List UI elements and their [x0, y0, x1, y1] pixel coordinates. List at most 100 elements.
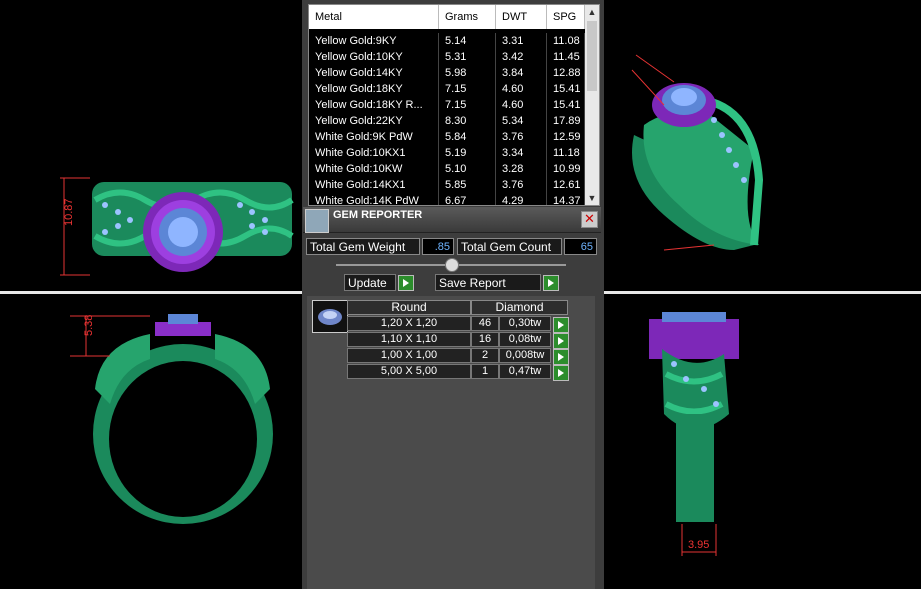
- table-row[interactable]: White Gold:9K PdW 5.84 3.76 12.59: [309, 129, 585, 145]
- cell-spg: 12.61: [547, 177, 585, 193]
- cell-metal: Yellow Gold:10KY: [309, 49, 439, 65]
- col-dwt[interactable]: DWT: [496, 5, 547, 29]
- cell-metal: Yellow Gold:18KY: [309, 81, 439, 97]
- cell-spg: 11.45: [547, 49, 585, 65]
- cell-grams: 5.31: [439, 49, 496, 65]
- gem-weight: 0,08tw: [499, 332, 551, 347]
- table-row[interactable]: Yellow Gold:9KY 5.14 3.31 11.08: [309, 33, 585, 49]
- viewport-perspective[interactable]: [604, 0, 921, 291]
- metal-table-scrollbar[interactable]: ▲ ▼: [585, 5, 599, 205]
- cell-spg: 15.41: [547, 97, 585, 113]
- gem-reporter-icon: [305, 209, 329, 233]
- gem-size: 1,00 X 1,00: [347, 348, 471, 363]
- gem-shape-header: Round: [347, 300, 471, 315]
- cell-metal: Yellow Gold:22KY: [309, 113, 439, 129]
- close-icon[interactable]: ✕: [581, 211, 598, 228]
- table-row[interactable]: White Gold:10KX1 5.19 3.34 11.18: [309, 145, 585, 161]
- cell-metal: White Gold:14KX1: [309, 177, 439, 193]
- table-row[interactable]: White Gold:10KW 5.10 3.28 10.99: [309, 161, 585, 177]
- scroll-up-icon[interactable]: ▲: [585, 5, 599, 19]
- cell-grams: 5.84: [439, 129, 496, 145]
- gem-size: 1,20 X 1,20: [347, 316, 471, 331]
- cell-spg: 11.08: [547, 33, 585, 49]
- gem-type-header: Diamond: [471, 300, 568, 315]
- scroll-down-icon[interactable]: ▼: [585, 191, 599, 205]
- report-slider-handle[interactable]: [445, 258, 459, 272]
- save-report-play-icon[interactable]: [543, 275, 559, 291]
- cell-dwt: 3.84: [496, 65, 547, 81]
- front-view-dimension: 5.38: [83, 315, 95, 336]
- cell-dwt: 4.60: [496, 81, 547, 97]
- metal-table-header: Metal Grams DWT SPG: [309, 5, 585, 29]
- table-row[interactable]: Yellow Gold:18KY 7.15 4.60 15.41: [309, 81, 585, 97]
- gem-row-play-icon[interactable]: [553, 349, 569, 365]
- gem-row-play-icon[interactable]: [553, 365, 569, 381]
- cell-grams: 8.30: [439, 113, 496, 129]
- cell-grams: 7.15: [439, 81, 496, 97]
- gem-weight: 0,47tw: [499, 364, 551, 379]
- cell-dwt: 4.29: [496, 193, 547, 205]
- scroll-thumb[interactable]: [587, 21, 597, 91]
- cell-spg: 10.99: [547, 161, 585, 177]
- cell-metal: Yellow Gold:14KY: [309, 65, 439, 81]
- viewport-side[interactable]: 3.95: [604, 294, 921, 589]
- cell-metal: White Gold:9K PdW: [309, 129, 439, 145]
- gem-size: 1,10 X 1,10: [347, 332, 471, 347]
- total-gem-weight-value: .85: [422, 238, 454, 255]
- col-metal[interactable]: Metal: [309, 5, 439, 29]
- total-gem-count-label: Total Gem Count: [457, 238, 562, 255]
- cell-metal: Yellow Gold:18KY R...: [309, 97, 439, 113]
- cell-spg: 12.59: [547, 129, 585, 145]
- cell-metal: White Gold:10KW: [309, 161, 439, 177]
- cell-metal: White Gold:14K PdW: [309, 193, 439, 205]
- viewport-top[interactable]: 10.87: [0, 0, 302, 291]
- table-row[interactable]: Yellow Gold:14KY 5.98 3.84 12.88: [309, 65, 585, 81]
- cell-spg: 11.18: [547, 145, 585, 161]
- table-row[interactable]: Yellow Gold:18KY R... 7.15 4.60 15.41: [309, 97, 585, 113]
- cell-dwt: 5.34: [496, 113, 547, 129]
- metal-weight-table[interactable]: Metal Grams DWT SPG Yellow Gold:9KY 5.14 3…: [308, 4, 600, 206]
- cell-spg: 12.88: [547, 65, 585, 81]
- gem-row-play-icon[interactable]: [553, 333, 569, 349]
- cell-dwt: 3.42: [496, 49, 547, 65]
- cell-spg: 14.37: [547, 193, 585, 205]
- cell-dwt: 3.34: [496, 145, 547, 161]
- table-row[interactable]: Yellow Gold:10KY 5.31 3.42 11.45: [309, 49, 585, 65]
- table-row[interactable]: White Gold:14K PdW 6.67 4.29 14.37: [309, 193, 585, 205]
- cell-grams: 5.85: [439, 177, 496, 193]
- cell-dwt: 3.76: [496, 177, 547, 193]
- total-gem-weight-label: Total Gem Weight: [306, 238, 420, 255]
- top-view-dimension: 10.87: [63, 198, 75, 226]
- cell-metal: Yellow Gold:9KY: [309, 33, 439, 49]
- table-row[interactable]: White Gold:14KX1 5.85 3.76 12.61: [309, 177, 585, 193]
- cell-grams: 5.14: [439, 33, 496, 49]
- ring-front-view: 5.38: [70, 314, 273, 524]
- gem-reporter-title: GEM REPORTER: [333, 209, 423, 221]
- cell-spg: 15.41: [547, 81, 585, 97]
- save-report-button[interactable]: Save Report: [435, 274, 541, 291]
- col-spg[interactable]: SPG: [547, 5, 585, 29]
- gem-weight: 0,30tw: [499, 316, 551, 331]
- update-play-icon[interactable]: [398, 275, 414, 291]
- cell-grams: 5.10: [439, 161, 496, 177]
- cell-metal: White Gold:10KX1: [309, 145, 439, 161]
- side-view-dimension: 3.95: [688, 539, 709, 551]
- ring-perspective-view: [631, 54, 764, 251]
- cell-dwt: 3.28: [496, 161, 547, 177]
- gem-row-play-icon[interactable]: [553, 317, 569, 333]
- cell-dwt: 3.31: [496, 33, 547, 49]
- gem-count: 1: [471, 364, 499, 379]
- gem-weight: 0,008tw: [499, 348, 551, 363]
- cell-grams: 6.67: [439, 193, 496, 205]
- cell-dwt: 3.76: [496, 129, 547, 145]
- viewport-front[interactable]: 5.38: [0, 294, 302, 589]
- col-grams[interactable]: Grams: [439, 5, 496, 29]
- update-button[interactable]: Update: [344, 274, 396, 291]
- cell-grams: 5.98: [439, 65, 496, 81]
- gem-count: 16: [471, 332, 499, 347]
- ring-top-view: 10.87: [60, 177, 294, 276]
- table-row[interactable]: Yellow Gold:22KY 8.30 5.34 17.89: [309, 113, 585, 129]
- cell-dwt: 4.60: [496, 97, 547, 113]
- round-gem-icon: [312, 300, 348, 333]
- cell-grams: 7.15: [439, 97, 496, 113]
